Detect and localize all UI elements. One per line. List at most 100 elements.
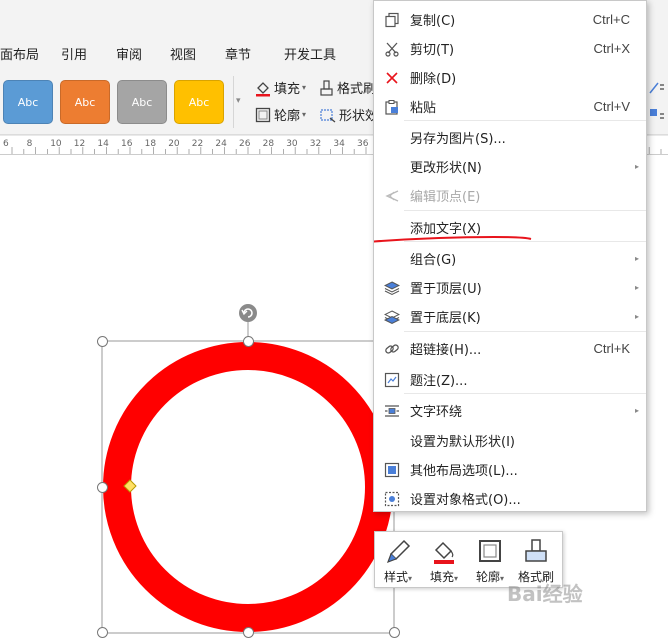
scissors-icon (383, 40, 401, 58)
outline-icon (255, 107, 271, 122)
format-brush-icon (320, 79, 333, 96)
style-brush-icon (386, 539, 411, 564)
ribbon-align-icon[interactable] (648, 80, 666, 100)
format-object-icon (383, 490, 401, 508)
ribbon-outline-label: 轮廓 (274, 109, 301, 124)
context-menu-item[interactable]: 更改形状(N) ▸ (374, 152, 646, 181)
ruler-number: 10 (50, 139, 62, 149)
ruler-number: 20 (168, 139, 180, 149)
shape-style-blue[interactable]: Abc (3, 80, 53, 124)
context-menu-label: 组合(G) (410, 253, 457, 268)
context-menu-label: 超链接(H)... (410, 343, 482, 358)
shape-style-yellow[interactable]: Abc (174, 80, 224, 124)
menu-view[interactable]: 视图 (170, 44, 196, 63)
paste-icon (383, 98, 401, 116)
context-menu-label: 设置为默认形状(I) (410, 435, 515, 450)
context-menu-label: 删除(D) (410, 72, 457, 87)
ribbon-format-brush-button[interactable]: 格式刷 (319, 78, 376, 97)
float-style-label: 样式▾ (383, 570, 413, 584)
ruler-number: 8 (26, 139, 33, 149)
context-menu-label: 另存为图片(S)... (410, 132, 506, 147)
context-menu-item[interactable]: 置于顶层(U) ▸ (374, 273, 646, 302)
chevron-down-icon: ▾ (302, 83, 307, 92)
ruler-number: 14 (97, 139, 109, 149)
style-gallery-more[interactable]: ▾ (233, 76, 248, 128)
ribbon-shape-effect-button[interactable]: 形状效 (319, 105, 378, 124)
ribbon-format-brush-label: 格式刷 (337, 82, 377, 97)
context-menu-item[interactable]: 超链接(H)... Ctrl+K (374, 334, 646, 363)
resize-handle-top[interactable] (243, 336, 254, 347)
context-menu-item[interactable]: 添加文字(X) (374, 213, 646, 242)
edit-points-icon (383, 187, 401, 205)
context-menu-shortcut: Ctrl+C (592, 12, 630, 27)
fill-bucket-icon (434, 541, 454, 564)
context-menu-item[interactable]: 粘贴 Ctrl+V (374, 92, 646, 121)
text-wrap-icon (383, 402, 401, 420)
context-menu-item[interactable]: 复制(C) Ctrl+C (374, 5, 646, 34)
menu-separator (404, 210, 646, 211)
hyperlink-icon (383, 340, 401, 358)
context-menu-label: 置于底层(K) (410, 311, 481, 326)
context-menu-label: 更改形状(N) (410, 161, 482, 176)
ruler-number: 26 (239, 139, 251, 149)
float-style-button[interactable]: 样式▾ (375, 536, 421, 586)
red-ring-shape[interactable] (103, 342, 393, 632)
fill-bucket-icon (256, 81, 270, 96)
ribbon-fill-label: 填充 (274, 82, 301, 97)
ribbon-fill-button[interactable]: 填充 ▾ (254, 78, 306, 97)
context-menu-shortcut: Ctrl+V (593, 99, 630, 114)
context-menu-label: 编辑顶点(E) (410, 190, 481, 205)
outline-icon (479, 540, 501, 562)
context-menu-label: 其他布局选项(L)... (410, 464, 518, 479)
resize-handle-top-left[interactable] (97, 336, 108, 347)
menu-developer[interactable]: 开发工具 (284, 44, 336, 63)
shape-effect-icon (320, 108, 336, 123)
format-brush-icon (525, 539, 547, 562)
resize-handle-bottom-left[interactable] (97, 627, 108, 638)
context-menu-item[interactable]: 设置为默认形状(I) (374, 426, 646, 455)
context-menu-label: 粘贴 (410, 101, 437, 116)
shape-style-orange[interactable]: Abc (60, 80, 110, 124)
resize-handle-bottom-right[interactable] (389, 627, 400, 638)
ruler-number: 6 (3, 139, 9, 149)
layout-options-icon (383, 461, 401, 479)
menu-chapter[interactable]: 章节 (225, 44, 251, 63)
ruler-number: 30 (286, 139, 298, 149)
menu-separator (404, 393, 646, 394)
context-menu-item[interactable]: 设置对象格式(O)... (374, 484, 646, 513)
ruler-number: 24 (215, 139, 227, 149)
context-menu-item[interactable]: 其他布局选项(L)... (374, 455, 646, 484)
menu-page-layout[interactable]: 面布局 (0, 44, 39, 63)
menu-review[interactable]: 审阅 (116, 44, 142, 63)
menu-references[interactable]: 引用 (61, 44, 87, 63)
shape-style-gray[interactable]: Abc (117, 80, 167, 124)
resize-handle-left[interactable] (97, 482, 108, 493)
context-menu-label: 剪切(T) (410, 43, 455, 58)
context-menu-item[interactable]: 组合(G) ▸ (374, 244, 646, 273)
ruler-number: 12 (73, 139, 86, 149)
context-menu-item[interactable]: 另存为图片(S)... (374, 123, 646, 152)
context-menu-label: 设置对象格式(O)... (410, 493, 521, 508)
context-menu-item[interactable]: 题注(Z)... (374, 365, 646, 394)
ruler-number: 34 (333, 139, 345, 149)
send-to-back-icon (383, 308, 401, 326)
rotate-handle-icon[interactable] (239, 304, 257, 322)
ruler-number: 32 (309, 139, 322, 149)
chevron-down-icon: ▾ (302, 110, 307, 119)
context-menu: 复制(C) Ctrl+C 剪切(T) Ctrl+X 删除(D) 粘贴 Ctrl+V 另存为图片… (373, 0, 647, 512)
ruler-number: 28 (262, 139, 275, 149)
context-menu-shortcut: Ctrl+X (593, 41, 630, 56)
context-menu-item[interactable]: 删除(D) (374, 63, 646, 92)
submenu-arrow-icon: ▸ (634, 254, 639, 263)
float-fill-button[interactable]: 填充▾ (421, 536, 467, 586)
context-menu-item[interactable]: 置于底层(K) ▸ (374, 302, 646, 331)
ribbon-outline-button[interactable]: 轮廓 ▾ (254, 105, 306, 124)
baidu-watermark: Bai经验 (507, 582, 583, 606)
context-menu-item[interactable]: 文字环绕 ▸ (374, 396, 646, 425)
context-menu-item[interactable]: 剪切(T) Ctrl+X (374, 34, 646, 63)
context-menu-item: 编辑顶点(E) (374, 181, 646, 210)
submenu-arrow-icon: ▸ (634, 283, 639, 292)
resize-handle-bottom[interactable] (243, 627, 254, 638)
submenu-arrow-icon: ▸ (634, 162, 639, 171)
ribbon-arrange-icon[interactable] (648, 106, 666, 126)
